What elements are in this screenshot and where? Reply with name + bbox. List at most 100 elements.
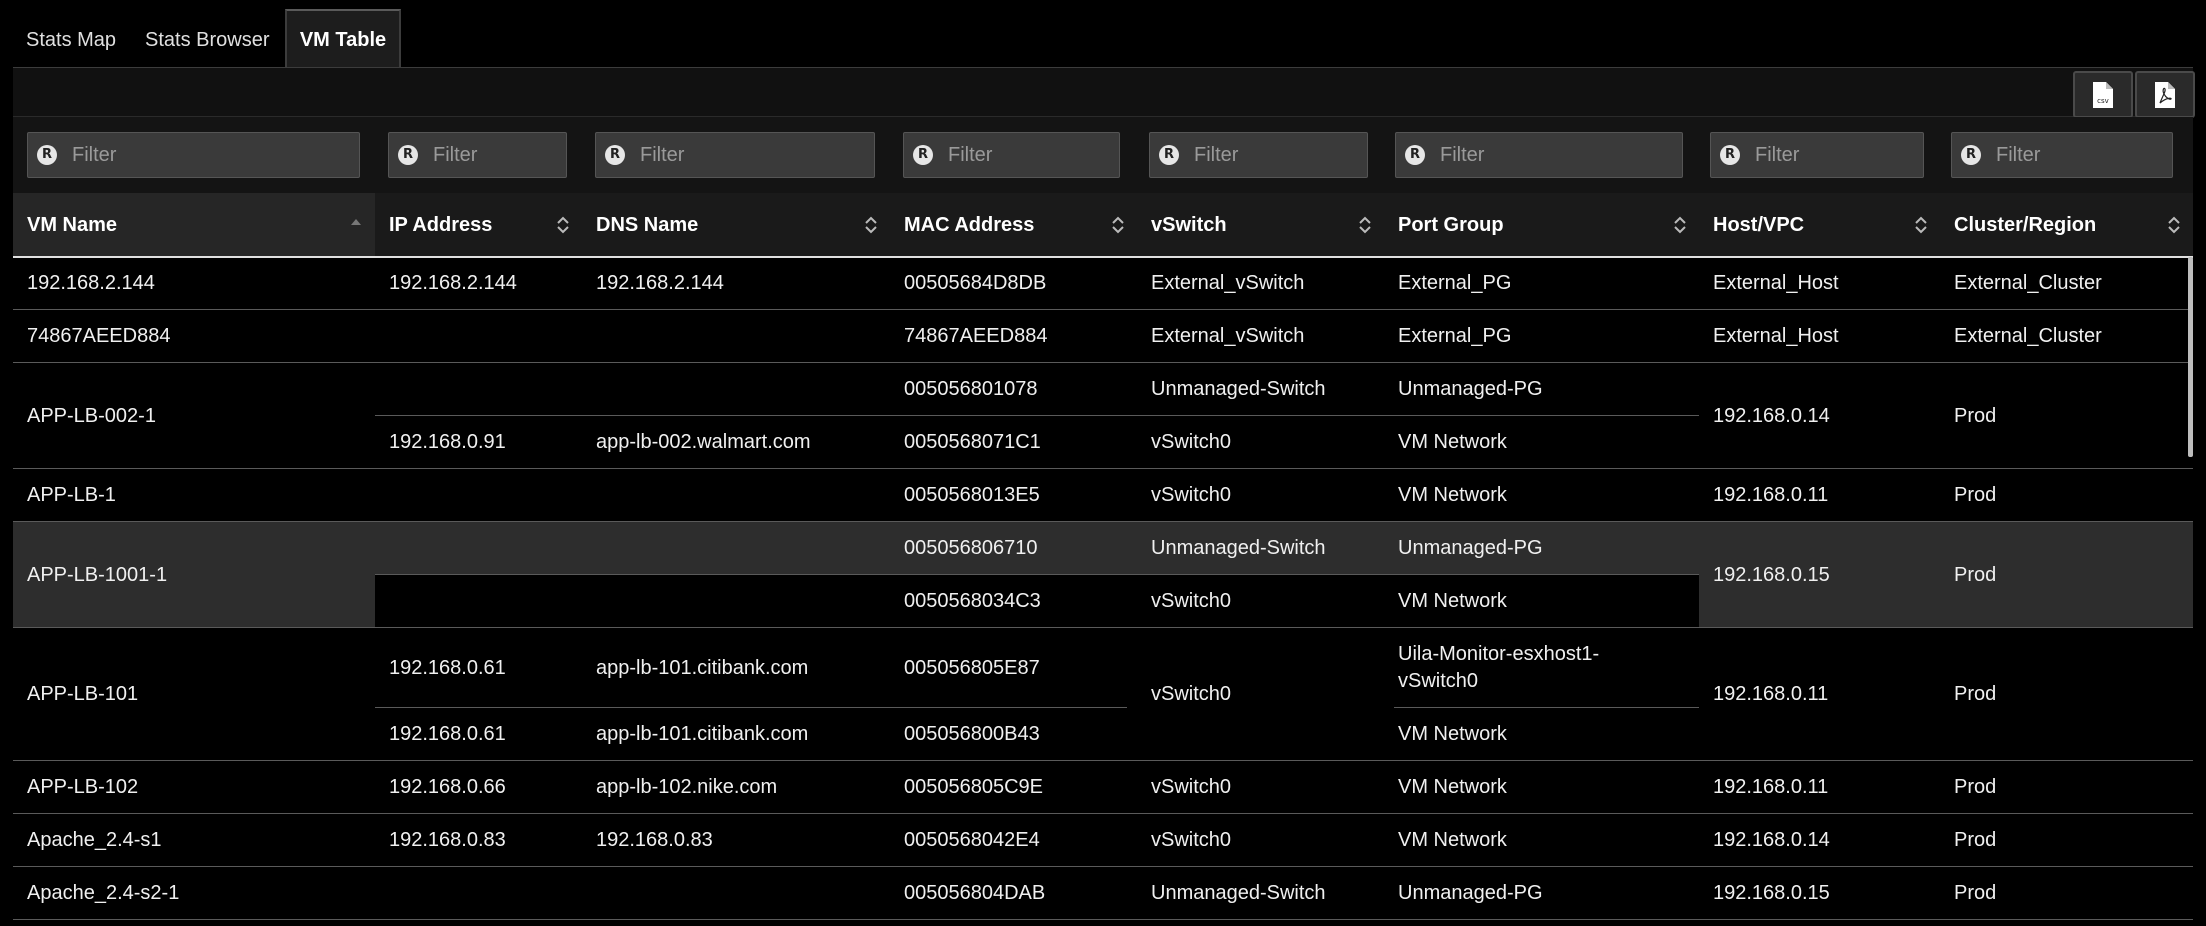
- regex-icon[interactable]: R: [398, 145, 418, 165]
- sort-icon[interactable]: [1111, 215, 1125, 235]
- column-header-port-group[interactable]: Port Group: [1384, 193, 1699, 256]
- table-row[interactable]: APP-LB-002-1 192.168.0.14 Prod 005056801078…: [13, 363, 2193, 469]
- port-group-cell: External_PG: [1398, 272, 1512, 294]
- filter-input-cluster-region[interactable]: [1996, 133, 2162, 177]
- port-group-cell: VM Network: [1398, 776, 1507, 798]
- table-row[interactable]: APP-LB-101 192.168.0.11 Prod vSwitch0 192.16…: [13, 628, 2193, 761]
- table-row[interactable]: APP-LB-102 192.168.0.11 Prod 192.168.0.66 ap…: [13, 761, 2193, 814]
- csv-file-icon: csv: [2093, 81, 2113, 108]
- cluster-region-cell: Prod: [1954, 829, 1997, 851]
- column-header-vm-name[interactable]: VM Name: [13, 193, 375, 256]
- mac-address-cell: 0050568042E4: [904, 829, 1040, 851]
- ip-address-cell: 192.168.0.83: [389, 829, 506, 851]
- port-group-line: Uila-Monitor-esxhost1-: [1398, 643, 1600, 665]
- table-row[interactable]: APP-LB-1 192.168.0.11 Prod 0050568013E5 vSwi…: [13, 469, 2193, 522]
- sort-icon[interactable]: [864, 215, 878, 235]
- column-header-label: IP Address: [389, 214, 493, 236]
- filter-input-vm-name[interactable]: [72, 133, 349, 177]
- port-group-cell: Unmanaged-PG: [1398, 882, 1543, 904]
- filter-input-port-group[interactable]: [1440, 133, 1672, 177]
- pdf-file-icon: [2155, 81, 2175, 108]
- host-vpc-cell: 192.168.0.14: [1713, 829, 1830, 851]
- sort-icon[interactable]: [556, 215, 570, 235]
- vswitch-cell: vSwitch0: [1151, 484, 1232, 506]
- regex-icon[interactable]: R: [1405, 145, 1425, 165]
- regex-icon[interactable]: R: [37, 145, 57, 165]
- svg-text:csv: csv: [2097, 97, 2109, 105]
- column-header-dns-name[interactable]: DNS Name: [582, 193, 890, 256]
- sort-icon[interactable]: [1914, 215, 1928, 235]
- sort-icon[interactable]: [1673, 215, 1687, 235]
- dns-name-cell: 192.168.0.83: [596, 829, 713, 851]
- tab-vm-table[interactable]: VM Table: [285, 9, 401, 67]
- port-group-cell: Unmanaged-PG: [1398, 378, 1543, 400]
- vswitch-cell: vSwitch0: [1151, 431, 1232, 453]
- host-vpc-cell: 192.168.0.14: [1713, 405, 1830, 427]
- filter-input-vswitch[interactable]: [1194, 133, 1357, 177]
- filter-input-ip-address[interactable]: [433, 133, 556, 177]
- column-header-cluster-region[interactable]: Cluster/Region: [1940, 193, 2193, 256]
- column-header-label: VM Name: [27, 214, 118, 236]
- table-row[interactable]: 192.168.2.144 External_Host External_Clust…: [13, 257, 2193, 310]
- ip-address-cell: 192.168.0.91: [389, 431, 506, 453]
- column-header-mac-address[interactable]: MAC Address: [890, 193, 1137, 256]
- port-group-cell: External_PG: [1398, 325, 1512, 347]
- mac-address-cell: 005056805E87: [904, 657, 1040, 679]
- column-header-vswitch[interactable]: vSwitch: [1137, 193, 1384, 256]
- regex-icon[interactable]: R: [1961, 145, 1981, 165]
- regex-icon[interactable]: R: [1720, 145, 1740, 165]
- host-vpc-cell: 192.168.0.11: [1713, 776, 1829, 798]
- vm-name-cell: Apache_2.4-s1: [27, 829, 162, 851]
- table-row[interactable]: Apache_2.4-s1 192.168.0.14 Prod 192.168.0.8…: [13, 814, 2193, 867]
- tab-stats-map[interactable]: Stats Map: [26, 11, 116, 67]
- mac-address-cell: 005056801078: [904, 378, 1038, 400]
- vswitch-cell: Unmanaged-Switch: [1151, 378, 1326, 400]
- vm-table-body: 192.168.2.144 External_Host External_Clust…: [13, 257, 2193, 926]
- host-vpc-cell: External_Host: [1713, 325, 1839, 347]
- ip-address-cell: 192.168.2.144: [389, 272, 517, 294]
- vertical-scrollbar[interactable]: [2188, 257, 2193, 457]
- regex-icon[interactable]: R: [1159, 145, 1179, 165]
- mac-address-cell: 0050568071C1: [904, 431, 1041, 453]
- vswitch-cell: External_vSwitch: [1151, 325, 1305, 347]
- column-header-label: Port Group: [1398, 214, 1504, 236]
- vm-name-cell: APP-LB-102: [27, 776, 139, 798]
- export-pdf-button[interactable]: [2135, 71, 2195, 118]
- port-group-cell: VM Network: [1398, 829, 1507, 851]
- port-group-cell: VM Network: [1398, 590, 1507, 612]
- host-vpc-cell: 192.168.0.11: [1713, 484, 1829, 506]
- mac-address-cell: 005056800B43: [904, 723, 1040, 745]
- filter-host-vpc: R: [1710, 132, 1924, 178]
- dns-name-cell: app-lb-101.citibank.com: [596, 657, 809, 679]
- filter-input-host-vpc[interactable]: [1755, 133, 1913, 177]
- vm-name-cell: 74867AEED884: [27, 325, 171, 347]
- sort-icon[interactable]: [1358, 215, 1372, 235]
- tab-stats-browser[interactable]: Stats Browser: [145, 11, 269, 67]
- filter-input-mac-address[interactable]: [948, 133, 1109, 177]
- ip-address-cell: 192.168.0.61: [389, 657, 506, 679]
- table-row[interactable]: Apache_2.4-s2-1 192.168.0.15 Prod 005056804…: [13, 867, 2193, 920]
- filter-mac-address: R: [903, 132, 1120, 178]
- vm-name-cell: Apache_2.4-s2-1: [27, 882, 180, 904]
- vswitch-cell: vSwitch0: [1151, 829, 1232, 851]
- filter-input-dns-name[interactable]: [640, 133, 864, 177]
- vswitch-cell: vSwitch0: [1151, 590, 1232, 612]
- vm-name-cell: APP-LB-1: [27, 484, 116, 506]
- column-header-host-vpc[interactable]: Host/VPC: [1699, 193, 1940, 256]
- column-header-ip-address[interactable]: IP Address: [375, 193, 582, 256]
- sort-ascending-icon[interactable]: [349, 215, 363, 235]
- regex-icon[interactable]: R: [605, 145, 625, 165]
- sort-icon[interactable]: [2167, 215, 2181, 235]
- port-group-cell: VM Network: [1398, 431, 1507, 453]
- regex-icon[interactable]: R: [913, 145, 933, 165]
- vm-name-cell: APP-LB-002-1: [27, 405, 156, 427]
- filter-dns-name: R: [595, 132, 875, 178]
- cluster-region-cell: External_Cluster: [1954, 325, 2102, 347]
- cluster-region-cell: Prod: [1954, 882, 1997, 904]
- table-row[interactable]: APP-LB-1001-1 192.168.0.15 Prod 00505680671…: [13, 522, 2193, 628]
- export-csv-button[interactable]: csv: [2073, 71, 2133, 118]
- table-row[interactable]: 74867AEED884 External_Host External_Cluste…: [13, 310, 2193, 363]
- vm-name-cell: APP-LB-1001-1: [27, 564, 168, 586]
- mac-address-cell: 74867AEED884: [904, 325, 1048, 347]
- cluster-region-cell: Prod: [1954, 683, 1997, 705]
